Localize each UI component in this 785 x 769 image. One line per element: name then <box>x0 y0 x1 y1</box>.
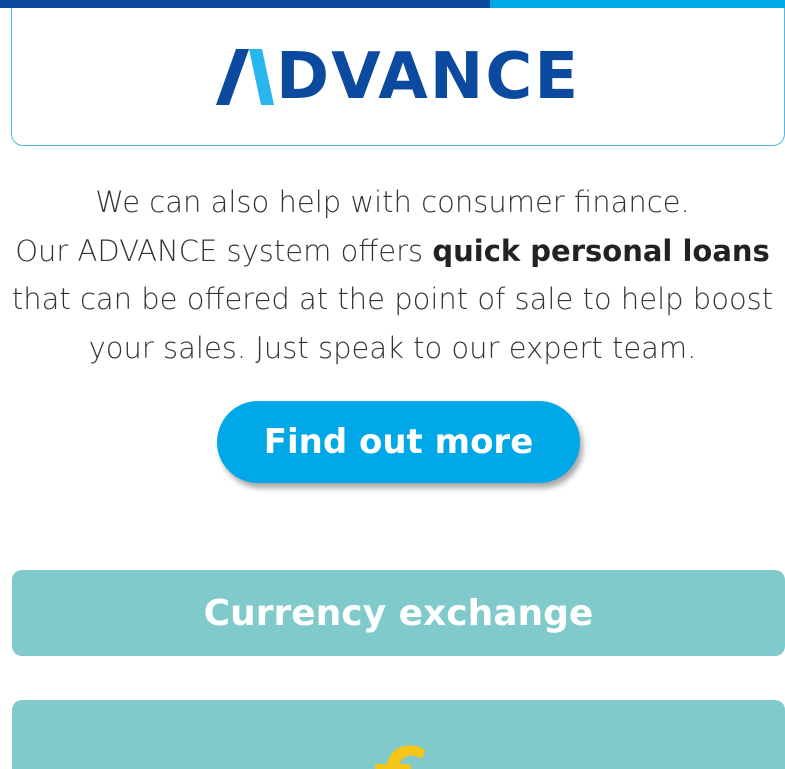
copy-line-1: We can also help with consumer finance. <box>95 185 690 219</box>
consumer-finance-copy: We can also help with consumer finance. … <box>0 178 785 372</box>
advance-logo: DVANCE <box>215 39 581 114</box>
currency-exchange-label: Currency exchange <box>203 592 594 634</box>
advance-logo-a-icon <box>215 48 274 105</box>
currency-exchange-section[interactable]: Currency exchange <box>12 570 785 656</box>
copy-highlight: quick personal loans <box>432 233 770 268</box>
advance-logo-card: DVANCE <box>11 8 785 146</box>
euro-icon <box>374 745 425 769</box>
header-strip-image <box>0 0 490 8</box>
copy-line-2: Our ADVANCE system offers quick personal… <box>0 227 785 276</box>
copy-line-3: that can be offered at the point of sale… <box>11 282 774 316</box>
advance-logo-text: DVANCE <box>275 39 581 114</box>
copy-line-2-prefix: Our ADVANCE system offers <box>15 233 433 268</box>
copy-line-4: your sales. Just speak to our expert tea… <box>88 330 697 365</box>
find-out-more-button[interactable]: Find out more <box>217 401 580 483</box>
next-section-card[interactable] <box>12 700 785 769</box>
